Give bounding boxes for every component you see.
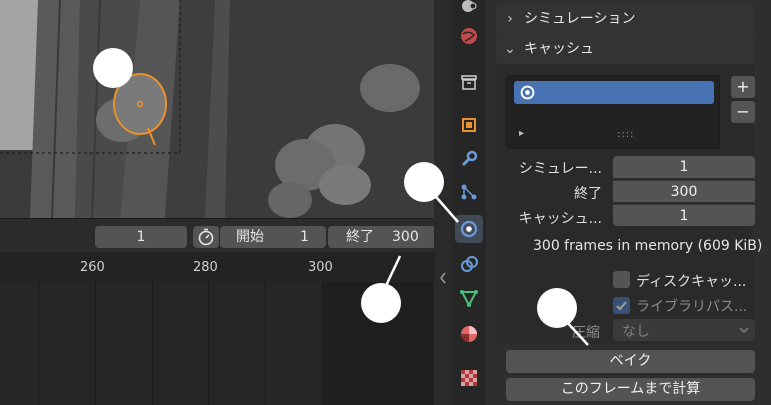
marker-dot bbox=[361, 283, 401, 323]
object-tab-icon[interactable] bbox=[457, 113, 481, 137]
ruler-label-260: 260 bbox=[80, 260, 105, 275]
3d-viewport[interactable] bbox=[0, 0, 444, 218]
start-value: 1 bbox=[300, 229, 309, 245]
current-frame-field[interactable]: 1 bbox=[95, 226, 187, 248]
compression-label: 圧縮 bbox=[572, 325, 600, 341]
list-resize-handle[interactable]: :::: bbox=[617, 129, 634, 140]
frame-gridline bbox=[152, 282, 153, 405]
timeline-header: 1 開始 1 終了 300 bbox=[0, 218, 444, 252]
properties-tab-strip bbox=[452, 0, 486, 405]
start-frame-field[interactable]: 開始 1 bbox=[220, 226, 326, 248]
render-tab-icon[interactable] bbox=[457, 0, 481, 18]
point-cache-list-item[interactable] bbox=[514, 81, 714, 104]
checkmark-icon bbox=[616, 301, 627, 311]
physics-cache-icon bbox=[520, 85, 535, 100]
texture-tab-icon[interactable] bbox=[457, 366, 481, 390]
simulation-header-label: シミュレーション bbox=[524, 11, 636, 27]
data-tab-icon[interactable] bbox=[457, 286, 481, 310]
chevron-left-icon[interactable] bbox=[439, 272, 447, 284]
frame-gridline bbox=[38, 282, 39, 405]
frame-gridline bbox=[208, 282, 209, 405]
particles-tab-icon[interactable] bbox=[457, 180, 481, 204]
ruler-label-300: 300 bbox=[308, 260, 333, 275]
world-tab-icon[interactable] bbox=[457, 24, 481, 48]
disk-cache-checkbox[interactable] bbox=[613, 271, 630, 288]
end-label: 終了 bbox=[346, 229, 374, 245]
material-tab-icon[interactable] bbox=[457, 322, 481, 346]
remove-cache-button[interactable]: − bbox=[731, 101, 755, 123]
modifier-wrench-icon[interactable] bbox=[457, 147, 481, 171]
frame-gridline bbox=[265, 282, 266, 405]
collection-tab-icon[interactable] bbox=[457, 70, 481, 94]
simulation-start-label: シミュレー... bbox=[518, 161, 602, 177]
area-splitter[interactable] bbox=[434, 0, 452, 405]
library-path-checkbox[interactable] bbox=[613, 297, 630, 314]
marker-dot bbox=[93, 48, 133, 88]
simulation-end-field[interactable]: 300 bbox=[613, 180, 755, 202]
list-expand-toggle[interactable]: ▸ bbox=[519, 128, 524, 139]
end-value: 300 bbox=[392, 229, 419, 245]
physics-tab-icon[interactable] bbox=[455, 215, 483, 243]
compression-dropdown[interactable]: なし bbox=[613, 319, 755, 341]
frame-gridline bbox=[95, 282, 96, 405]
memory-info-text: 300 frames in memory (609 KiB). bbox=[533, 238, 767, 254]
end-frame-field[interactable]: 終了 300 bbox=[328, 226, 436, 248]
chevron-down-icon: ⌄ bbox=[504, 41, 516, 57]
cache-panel-header[interactable]: ⌄ キャッシュ bbox=[496, 34, 754, 64]
marker-dot bbox=[537, 288, 577, 328]
cache-step-label: キャッシュ... bbox=[518, 211, 602, 227]
stopwatch-icon[interactable] bbox=[193, 226, 219, 248]
bake-button[interactable]: ベイク bbox=[506, 350, 755, 373]
compression-value: なし bbox=[622, 324, 650, 340]
marker-dot bbox=[404, 162, 444, 202]
library-path-label: ライブラリパス... bbox=[636, 299, 748, 315]
properties-scrollbar[interactable] bbox=[762, 0, 771, 405]
constraints-tab-icon[interactable] bbox=[457, 252, 481, 276]
chevron-right-icon: › bbox=[507, 11, 513, 27]
add-cache-button[interactable]: + bbox=[731, 76, 755, 98]
chevron-down-icon bbox=[739, 327, 749, 334]
simulation-panel-header[interactable]: › シミュレーション bbox=[496, 4, 754, 34]
simulation-end-label: 終了 bbox=[574, 186, 602, 202]
ruler-label-280: 280 bbox=[193, 260, 218, 275]
disk-cache-label: ディスクキャッ... bbox=[636, 274, 747, 290]
start-label: 開始 bbox=[236, 229, 264, 245]
simulation-start-field[interactable]: 1 bbox=[613, 156, 755, 178]
cache-step-field[interactable]: 1 bbox=[613, 204, 755, 226]
cache-header-label: キャッシュ bbox=[524, 41, 594, 57]
calculate-to-frame-button[interactable]: このフレームまで計算 bbox=[506, 378, 755, 401]
timeline-ruler[interactable]: 260 280 300 bbox=[0, 252, 444, 282]
current-frame-value: 1 bbox=[136, 229, 146, 245]
